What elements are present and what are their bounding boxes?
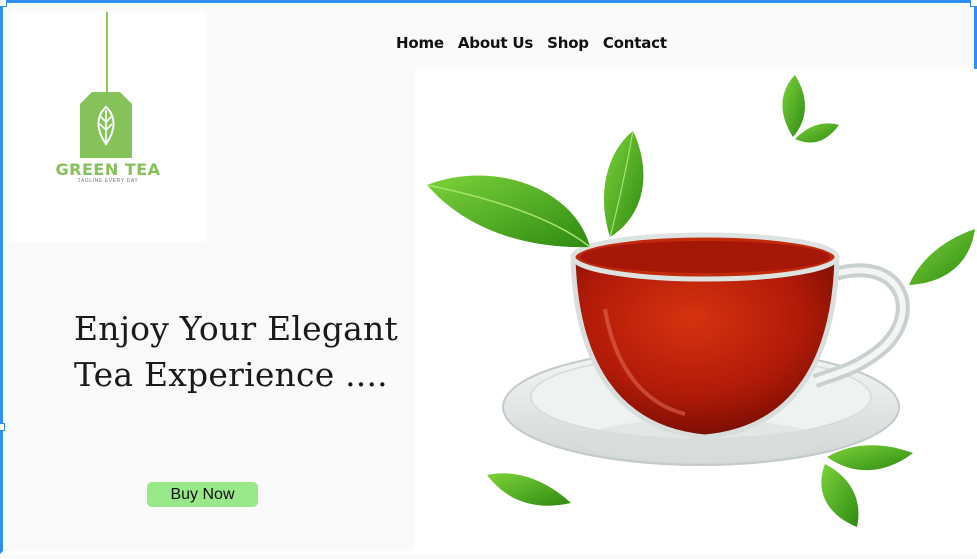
main-nav: Home About Us Shop Contact (396, 34, 667, 52)
brand-name: GREEN TEA (55, 160, 161, 179)
hero-image (415, 69, 977, 554)
hero-title-line-2: Tea Experience .... (74, 355, 388, 394)
resize-handle-top-left[interactable] (0, 0, 7, 7)
hero-title: Enjoy Your Elegant Tea Experience .... (74, 306, 414, 398)
nav-link-shop[interactable]: Shop (547, 34, 589, 52)
nav-link-about-us[interactable]: About Us (458, 34, 533, 52)
resize-handle-top-right[interactable] (970, 0, 977, 7)
logo-panel: GREEN TEA TAGLINE EVERY DAY (10, 12, 206, 242)
hero-title-line-1: Enjoy Your Elegant (74, 309, 398, 348)
nav-link-contact[interactable]: Contact (603, 34, 667, 52)
resize-handle-left-mid[interactable] (0, 423, 5, 431)
tea-tag-icon (80, 92, 132, 158)
tea-cup-with-leaves-icon (426, 75, 975, 527)
buy-now-button[interactable]: Buy Now (147, 482, 258, 507)
brand-tagline: TAGLINE EVERY DAY (77, 178, 139, 184)
nav-link-home[interactable]: Home (396, 34, 444, 52)
tea-tag-string (106, 12, 108, 94)
